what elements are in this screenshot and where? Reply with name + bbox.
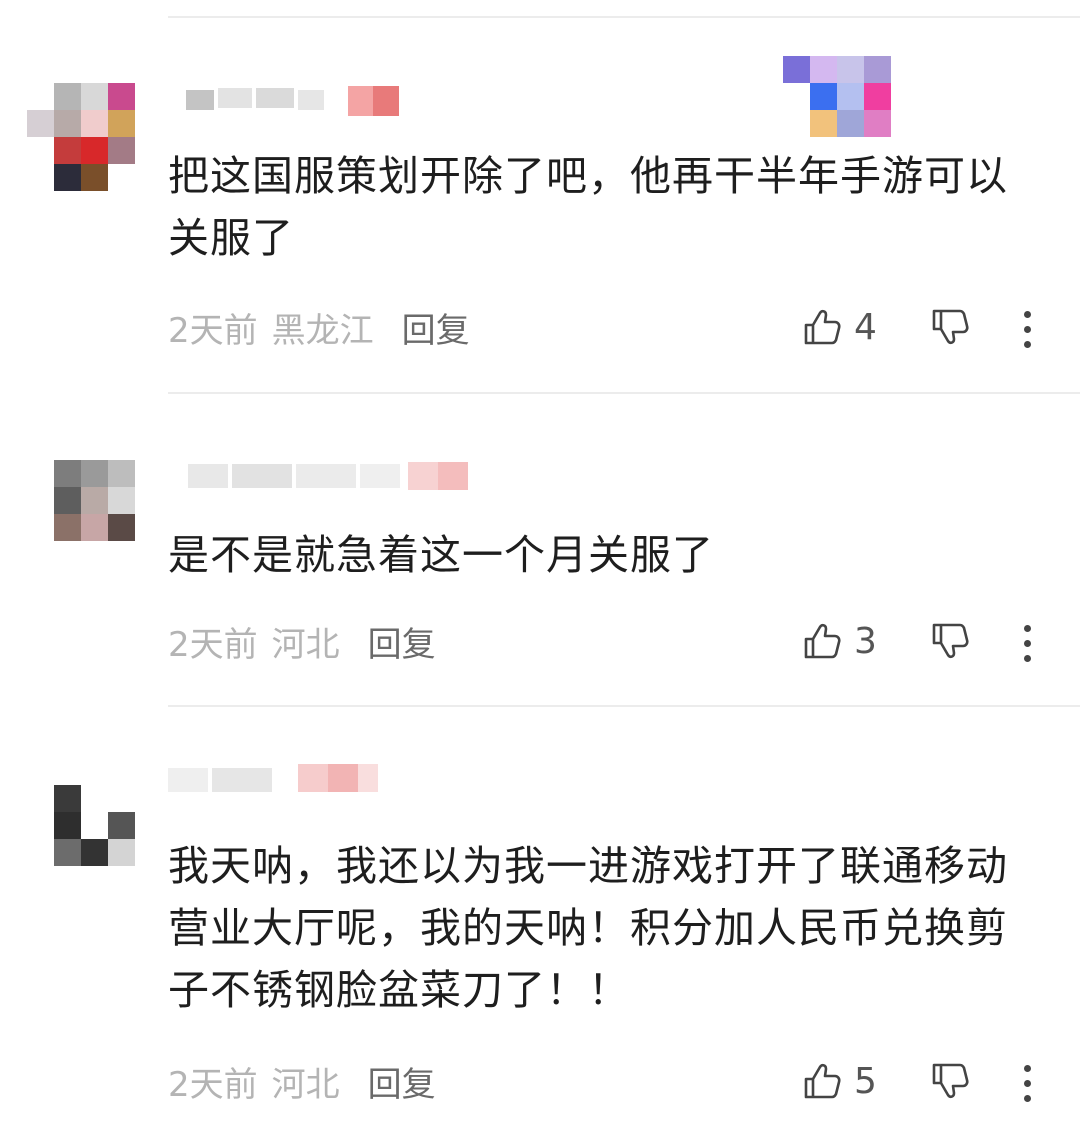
- divider: [168, 392, 1080, 394]
- dislike-button[interactable]: [928, 1059, 972, 1107]
- comment-time: 2天前: [168, 310, 258, 351]
- username[interactable]: [168, 760, 408, 800]
- comment-location: 河北: [271, 624, 340, 665]
- comment-location: 河北: [271, 1064, 340, 1105]
- reply-button[interactable]: 回复: [368, 617, 436, 666]
- comment-meta: 2天前 河北 回复: [168, 1061, 436, 1105]
- comment-text: 是不是就急着这一个月关服了: [168, 531, 714, 579]
- comment-meta: 2天前 黑龙江 回复: [168, 307, 470, 351]
- comment-meta: 2天前 河北 回复: [168, 621, 436, 665]
- like-button[interactable]: 3: [800, 619, 877, 663]
- like-button[interactable]: 4: [800, 305, 877, 349]
- like-count: 3: [854, 620, 877, 662]
- more-vertical-icon[interactable]: [1012, 623, 1042, 665]
- comment-text: 我天呐，我还以为我一进游戏打开了联通移动营业大厅呢，我的天呐！积分加人民币兑换剪…: [168, 842, 1008, 1014]
- reply-button[interactable]: 回复: [368, 1057, 436, 1106]
- avatar[interactable]: [27, 83, 135, 191]
- like-count: 5: [854, 1060, 877, 1102]
- thumbs-up-icon: [804, 309, 841, 345]
- comment-actions: 5: [780, 1059, 1080, 1109]
- divider-top: [168, 16, 1080, 18]
- username[interactable]: [168, 462, 508, 502]
- comment-time: 2天前: [168, 624, 258, 665]
- more-vertical-icon[interactable]: [1012, 309, 1042, 351]
- comment-text: 把这国服策划开除了吧，他再干半年手游可以关服了: [168, 152, 1008, 262]
- like-count: 4: [854, 306, 877, 348]
- thumbs-down-icon: [932, 309, 969, 345]
- dislike-button[interactable]: [928, 305, 972, 353]
- comment-actions: 4: [780, 305, 1080, 355]
- thumbs-down-icon: [932, 623, 969, 659]
- thumbs-down-icon: [932, 1063, 969, 1099]
- dislike-button[interactable]: [928, 619, 972, 667]
- comment-location: 黑龙江: [271, 310, 374, 351]
- divider: [168, 705, 1080, 707]
- user-badge-image: [783, 40, 893, 140]
- comment-actions: 3: [780, 619, 1080, 669]
- more-vertical-icon[interactable]: [1012, 1063, 1042, 1105]
- avatar[interactable]: [54, 785, 135, 866]
- avatar[interactable]: [27, 460, 135, 568]
- like-button[interactable]: 5: [800, 1059, 877, 1103]
- username[interactable]: [168, 86, 408, 126]
- thumbs-up-icon: [804, 1063, 841, 1099]
- reply-button[interactable]: 回复: [402, 303, 470, 352]
- thumbs-up-icon: [804, 623, 841, 659]
- comment-time: 2天前: [168, 1064, 258, 1105]
